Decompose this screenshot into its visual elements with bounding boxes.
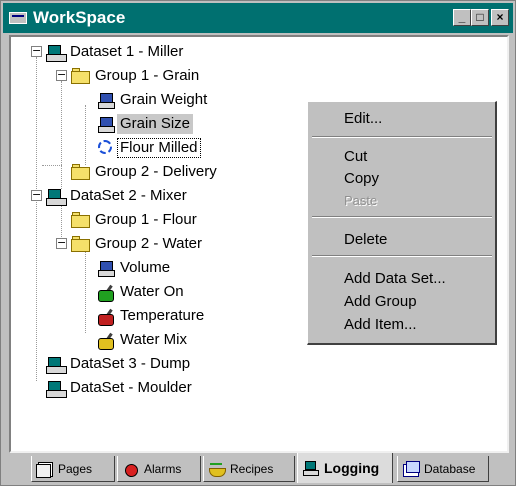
menu-item-delete[interactable]: Delete <box>344 231 387 249</box>
tree-node-label: Dataset 1 - Miller <box>70 43 184 60</box>
workspace-tab-bar: Pages Alarms Recipes Logging Database <box>9 453 509 485</box>
tree-node-group-flour[interactable]: Group 1 - Flour <box>70 209 200 231</box>
valve-icon <box>95 330 117 350</box>
tree-node-temperature[interactable]: Temperature <box>95 305 207 327</box>
tree-node-grain-weight[interactable]: Grain Weight <box>95 89 210 111</box>
tab-label: Pages <box>58 461 93 476</box>
tree-node-label: Volume <box>120 259 171 276</box>
dataset-icon <box>45 186 67 206</box>
folder-icon <box>70 210 92 230</box>
menu-item-add-data-set[interactable]: Add Data Set... <box>344 270 446 288</box>
tree-node-label: DataSet - Moulder <box>70 379 192 396</box>
title-bar[interactable]: WorkSpace _ □ × <box>3 3 513 33</box>
tree-node-label: Grain Weight <box>120 91 208 108</box>
tree-node-dataset-3[interactable]: DataSet 3 - Dump <box>45 353 193 375</box>
tab-label: Alarms <box>144 461 182 476</box>
tree-node-group-grain[interactable]: Group 1 - Grain <box>70 65 202 87</box>
tree-node-label: Flour Milled <box>117 138 201 158</box>
folder-icon <box>70 234 92 254</box>
workspace-app-icon <box>9 12 27 24</box>
tree-node-water-on[interactable]: Water On <box>95 281 187 303</box>
collapse-toggle[interactable]: − <box>56 69 67 81</box>
menu-item-copy[interactable]: Copy <box>344 170 379 188</box>
tree-node-label: Water On <box>120 283 184 300</box>
pending-tag-icon <box>95 138 117 158</box>
tree-node-grain-size[interactable]: Grain Size <box>95 113 194 135</box>
window-title: WorkSpace <box>33 8 126 27</box>
menu-item-add-group[interactable]: Add Group <box>344 293 417 311</box>
tab-recipes[interactable]: Recipes <box>203 456 295 482</box>
tag-icon <box>95 90 117 110</box>
tree-connector <box>36 57 37 381</box>
tree-connector <box>61 81 62 189</box>
tree-node-volume[interactable]: Volume <box>95 257 173 279</box>
menu-item-edit[interactable]: Edit... <box>344 110 382 128</box>
tag-icon <box>95 258 117 278</box>
tree-node-group-water[interactable]: Group 2 - Water <box>70 233 205 255</box>
dataset-icon <box>45 354 67 374</box>
tree-node-dataset-moulder[interactable]: DataSet - Moulder <box>45 377 195 399</box>
dataset-icon <box>45 42 67 62</box>
tree-node-label: Water Mix <box>120 331 187 348</box>
tree-node-label: DataSet 2 - Mixer <box>70 187 187 204</box>
tree-node-label: DataSet 3 - Dump <box>70 355 191 372</box>
tab-logging[interactable]: Logging <box>297 453 393 483</box>
dataset-icon <box>45 378 67 398</box>
tree-node-water-mix[interactable]: Water Mix <box>95 329 190 351</box>
workspace-window: WorkSpace _ □ × − Dataset 1 - Miller − G… <box>0 0 516 486</box>
tree-connector <box>85 105 86 165</box>
tree-connector <box>42 165 62 166</box>
tree-node-label: Group 2 - Water <box>95 235 202 252</box>
tab-alarms[interactable]: Alarms <box>117 456 201 482</box>
tab-database[interactable]: Database <box>397 456 489 482</box>
menu-item-paste: Paste <box>344 193 378 208</box>
tree-node-label: Temperature <box>120 307 205 324</box>
tree-node-dataset-2[interactable]: DataSet 2 - Mixer <box>45 185 190 207</box>
valve-icon <box>95 282 117 302</box>
menu-separator <box>312 136 492 138</box>
tab-pages[interactable]: Pages <box>31 456 115 482</box>
tree-node-dataset-1[interactable]: Dataset 1 - Miller <box>45 41 186 63</box>
tree-node-label: Group 1 - Flour <box>95 211 197 228</box>
valve-icon <box>95 306 117 326</box>
pages-icon <box>36 461 54 478</box>
menu-separator <box>312 216 492 218</box>
tree-node-label-selected: Grain Size <box>117 114 194 134</box>
folder-icon <box>70 162 92 182</box>
menu-item-add-item[interactable]: Add Item... <box>344 316 417 334</box>
tab-label: Logging <box>324 460 380 476</box>
context-menu: Edit... Cut Copy Paste Delete Add Data S… <box>307 101 497 345</box>
tree-node-label: Group 1 - Grain <box>95 67 200 84</box>
collapse-toggle[interactable]: − <box>31 45 42 57</box>
menu-item-cut[interactable]: Cut <box>344 148 367 166</box>
menu-separator <box>312 255 492 257</box>
tab-label: Recipes <box>230 461 274 476</box>
tab-label: Database <box>424 461 476 476</box>
database-icon <box>402 460 420 477</box>
tree-connector <box>85 249 86 333</box>
logging-icon <box>302 460 320 476</box>
tree-node-flour-milled[interactable]: Flour Milled <box>95 137 201 159</box>
collapse-toggle[interactable]: − <box>56 237 67 249</box>
close-button[interactable]: × <box>491 9 509 26</box>
minimize-button[interactable]: _ <box>453 9 471 26</box>
folder-icon <box>70 66 92 86</box>
maximize-button[interactable]: □ <box>471 9 489 26</box>
tree-node-group-delivery[interactable]: Group 2 - Delivery <box>70 161 220 183</box>
collapse-toggle[interactable]: − <box>31 189 42 201</box>
alarm-icon <box>122 461 140 477</box>
tree-node-label: Group 2 - Delivery <box>95 163 217 180</box>
tag-icon <box>95 114 117 134</box>
recipes-icon <box>208 461 226 477</box>
